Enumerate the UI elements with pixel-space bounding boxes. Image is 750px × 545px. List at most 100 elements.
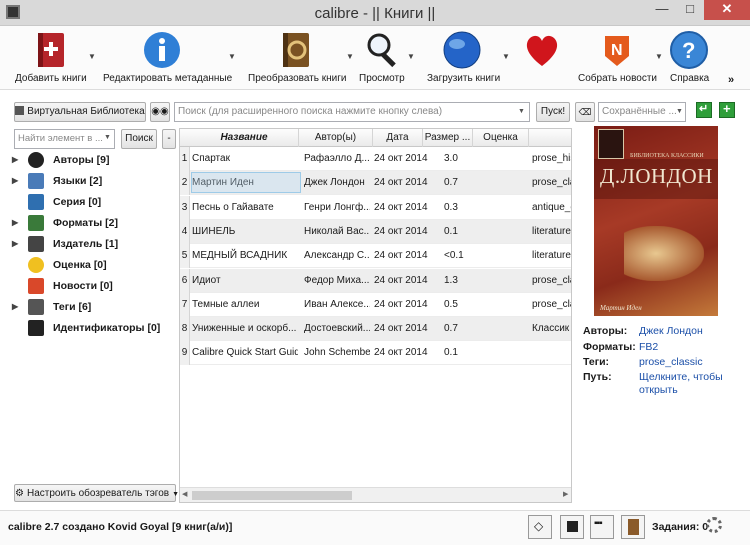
send-to-device-button[interactable]: Загрузить книги ▼ (422, 28, 512, 88)
tag-browser-find-input[interactable]: Найти элемент в ... (14, 129, 115, 149)
virtual-library-button[interactable]: Виртуальная Библиотека (14, 102, 146, 122)
chevron-down-icon[interactable]: ▼ (655, 52, 663, 61)
cell-tags: antique_c (532, 201, 572, 213)
table-row[interactable]: 3 Песнь о Гайавате Генри Лонгф... 24 окт 20… (180, 195, 572, 220)
convert-books-button[interactable]: Преобразовать книги ▼ (245, 28, 354, 88)
tag-browser-item[interactable]: ▶ Издатель [1] (8, 234, 178, 254)
tag-toggle-button[interactable]: ◇ (528, 515, 552, 539)
table-row[interactable]: 7 Темные аллеи Иван Алексе... 24 окт 2014 0.… (180, 292, 571, 317)
expand-arrow-icon[interactable]: ▶ (12, 171, 18, 191)
cell-author: Александр С... (304, 250, 370, 262)
book-cover[interactable]: БИБЛИОТЕКА КЛАССИКИ Д.ЛОНДОН Мартин Иден (594, 126, 718, 316)
tag-browser-item[interactable]: ▶ Форматы [2] (8, 213, 178, 233)
advanced-search-button[interactable]: ◉◉ (150, 102, 170, 122)
path-link-line1[interactable]: Щелкните, чтобы (639, 371, 723, 383)
expand-arrow-icon[interactable]: ▶ (12, 213, 18, 233)
tag-browser-item[interactable]: Серия [0] (8, 192, 178, 212)
chevron-down-icon: ▼ (172, 491, 180, 498)
expand-arrow-icon[interactable]: ▶ (12, 234, 18, 254)
chevron-down-icon[interactable]: ▼ (502, 52, 510, 61)
cover-grid-toggle-button[interactable] (560, 515, 584, 539)
grid-view-button[interactable]: ▪▪▪ (590, 515, 614, 539)
jobs-label[interactable]: Задания: 0 (652, 521, 708, 533)
table-row[interactable]: 8 Униженные и оскорб... Достоевский... 24 о… (180, 317, 571, 342)
favorites-button[interactable] (520, 28, 565, 88)
row-number: 4 (180, 219, 190, 244)
help-button[interactable]: ? Справка (664, 28, 714, 88)
save-search-button[interactable]: ↵ (696, 102, 712, 118)
tag-browser-item-label: Языки [2] (53, 175, 103, 187)
maximize-button[interactable]: □ (676, 0, 704, 20)
add-books-label: Добавить книги (15, 73, 87, 84)
chevron-down-icon[interactable]: ▼ (518, 108, 525, 115)
cell-tags: literature (532, 250, 571, 262)
tag-browser-item[interactable]: Новости [0] (8, 276, 178, 296)
table-row[interactable]: 4 ШИНЕЛЬ Николай Вас... 24 окт 2014 0.1 liter… (180, 219, 571, 244)
search-input[interactable]: Поиск (для расширенного поиска нажмите к… (174, 102, 530, 122)
saved-searches-input[interactable]: Сохранённые ... (598, 102, 686, 122)
view-button[interactable]: Просмотр ▼ (355, 28, 415, 88)
add-saved-search-button[interactable]: + (719, 101, 735, 118)
column-header[interactable]: Автор(ы) (299, 129, 373, 147)
table-row[interactable]: 5 МЕДНЫЙ ВСАДНИК Александр С... 24 окт 2014… (180, 244, 571, 269)
column-header[interactable]: Оценка (473, 129, 529, 147)
tag-browser-item[interactable]: Идентификаторы [0] (8, 318, 178, 338)
cell-tags: prose_clas (532, 298, 571, 310)
chevron-down-icon[interactable]: ▼ (407, 52, 415, 61)
tags-link[interactable]: prose_classic (639, 356, 703, 368)
row-number: 2 (180, 171, 190, 196)
search-go-button[interactable]: Пуск! (536, 102, 570, 122)
send-to-device-label: Загрузить книги (427, 73, 501, 84)
edit-metadata-button[interactable]: Редактировать метаданные ▼ (100, 28, 236, 88)
tag-browser-collapse-button[interactable]: - (162, 129, 176, 149)
expand-arrow-icon[interactable]: ▶ (12, 150, 18, 170)
chevron-down-icon[interactable]: ▼ (346, 52, 354, 61)
path-link-line2[interactable]: открыть (639, 384, 678, 396)
book-details-toggle-button[interactable] (621, 515, 645, 539)
tag-browser-item-label: Форматы [2] (53, 217, 118, 229)
view-label: Просмотр (359, 73, 405, 84)
configure-tag-browser-button[interactable]: ⚙ Настроить обозреватель тэгов ▼ (14, 484, 180, 502)
column-header[interactable]: Дата (373, 129, 423, 147)
tag-browser-item-label: Издатель [1] (53, 238, 119, 250)
cell-date: 24 окт 2014 (374, 201, 428, 213)
chevron-down-icon[interactable]: ▼ (88, 52, 96, 61)
column-header[interactable]: Название (190, 129, 299, 147)
tag-browser-item[interactable]: Оценка [0] (8, 255, 178, 275)
search-bar-row: Виртуальная Библиотека ◉◉ Поиск (для рас… (0, 96, 750, 126)
cell-title: Идиот (192, 274, 221, 286)
chevron-down-icon[interactable]: ▼ (228, 52, 236, 61)
book-list-header: Название Автор(ы) Дата Размер ... Оценка (180, 129, 571, 147)
clear-search-button[interactable]: ⌫ (575, 102, 595, 122)
cell-title: Униженные и оскорб... (192, 323, 297, 335)
minimize-button[interactable]: — (648, 0, 676, 20)
scroll-right-icon[interactable]: ▶ (563, 490, 568, 498)
fetch-news-button[interactable]: N Собрать новости ▼ (575, 28, 663, 88)
tag-browser-find-button[interactable]: Поиск (121, 129, 157, 149)
cell-title: ШИНЕЛЬ (192, 225, 236, 237)
tag-browser-item[interactable]: ▶ Языки [2] (8, 171, 178, 191)
add-books-button[interactable]: Добавить книги ▼ (10, 28, 96, 88)
column-header[interactable]: Размер ... (423, 129, 473, 147)
convert-icon (283, 33, 309, 67)
cover-series-text: БИБЛИОТЕКА КЛАССИКИ (630, 153, 704, 159)
tag-browser-item[interactable]: ▶ Теги [6] (8, 297, 178, 317)
expand-arrow-icon[interactable]: ▶ (12, 297, 18, 317)
table-row[interactable]: 1 Спартак Рафаэлло Д... 24 окт 2014 3.0 prose… (180, 147, 571, 171)
close-button[interactable]: ✕ (704, 0, 750, 20)
authors-link[interactable]: Джек Лондон (639, 325, 703, 337)
chevron-down-icon[interactable]: ▼ (676, 108, 683, 115)
column-header[interactable] (529, 129, 571, 147)
formats-link[interactable]: FB2 (639, 341, 658, 353)
scrollbar-thumb[interactable] (192, 491, 352, 500)
row-number: 3 (180, 195, 190, 220)
toolbar-overflow-button[interactable]: » (728, 74, 734, 86)
tag-browser-item[interactable]: ▶ Авторы [9] (8, 150, 178, 170)
horizontal-scrollbar[interactable]: ◀ ▶ (180, 487, 571, 502)
table-row[interactable]: 2 Мартин Иден Джек Лондон 24 окт 2014 0.7 pro… (180, 171, 571, 196)
chevron-down-icon[interactable]: ▼ (104, 134, 111, 141)
scroll-left-icon[interactable]: ◀ (182, 490, 187, 498)
cell-date: 24 окт 2014 (374, 250, 428, 262)
table-row[interactable]: 6 Идиот Федор Миха... 24 окт 2014 1.3 prose_c… (180, 268, 571, 293)
table-row[interactable]: 9 Calibre Quick Start Guide John Schember 2… (180, 341, 571, 366)
